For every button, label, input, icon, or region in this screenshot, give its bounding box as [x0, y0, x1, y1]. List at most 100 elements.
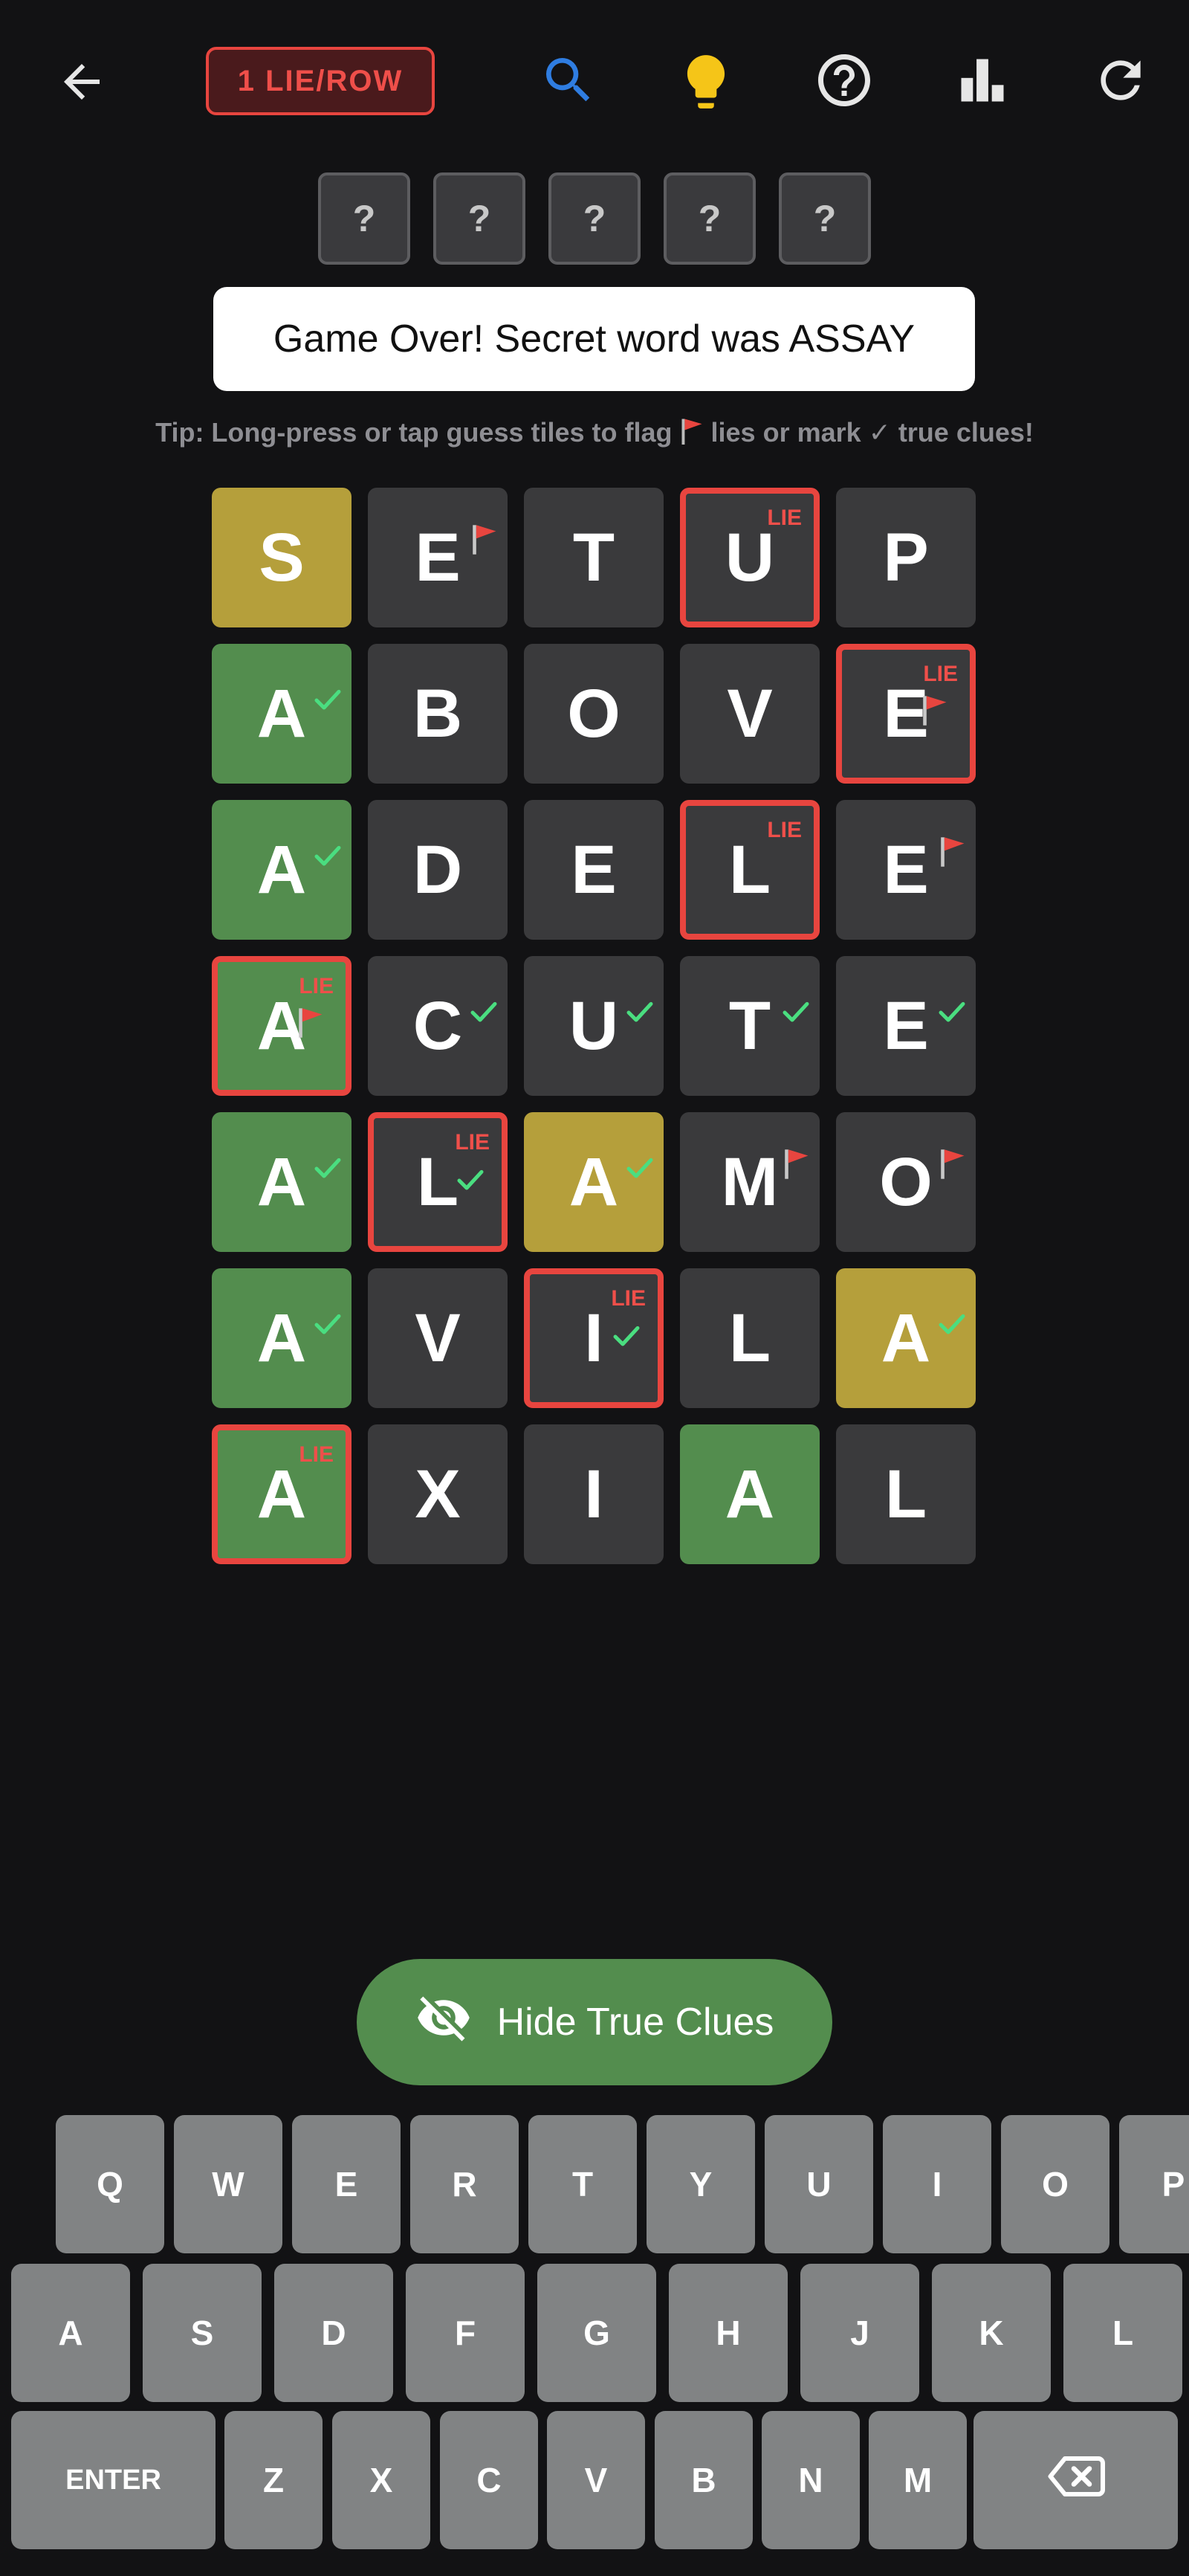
check-icon	[313, 1276, 343, 1354]
guess-tile[interactable]: A	[212, 800, 351, 940]
guess-tile[interactable]: O	[836, 1112, 976, 1252]
backspace-key[interactable]	[973, 2411, 1178, 2549]
tile-letter: I	[584, 1456, 603, 1532]
key[interactable]: H	[669, 2264, 788, 2402]
guess-tile[interactable]: E	[836, 956, 976, 1096]
check-icon	[313, 651, 343, 729]
guess-tile[interactable]: I	[524, 1424, 664, 1564]
tile-letter: L	[416, 1143, 459, 1220]
key[interactable]: B	[655, 2411, 753, 2549]
key[interactable]: Y	[647, 2115, 755, 2253]
mode-badge[interactable]: 1 LIE/ROW	[206, 47, 435, 115]
keyboard-row-3: ENTER Z X C V B N M	[0, 2411, 1189, 2549]
back-arrow-icon[interactable]	[45, 46, 119, 117]
key[interactable]: N	[762, 2411, 860, 2549]
guess-tile[interactable]: L LIE	[368, 1112, 508, 1252]
guess-tile[interactable]: E	[524, 800, 664, 940]
guess-tile[interactable]: S	[212, 488, 351, 627]
hide-true-clues-button[interactable]: Hide True Clues	[357, 1959, 832, 2085]
guess-tile[interactable]: V	[368, 1268, 508, 1408]
lie-label: LIE	[923, 662, 958, 686]
guess-tile[interactable]: A	[212, 644, 351, 784]
guess-tile[interactable]: A	[524, 1112, 664, 1252]
guess-tile[interactable]: X	[368, 1424, 508, 1564]
key[interactable]: J	[800, 2264, 919, 2402]
check-icon	[313, 807, 343, 885]
guess-tile[interactable]: C	[368, 956, 508, 1096]
key[interactable]: A	[11, 2264, 130, 2402]
keyboard-row-1: QWERTYUIOP	[0, 2115, 1189, 2253]
tip-text-start: Tip: Long-press or tap guess tiles to fl…	[155, 417, 673, 448]
tile-letter: E	[883, 831, 929, 908]
guess-tile[interactable]: T	[680, 956, 820, 1096]
key[interactable]: G	[537, 2264, 656, 2402]
tile-letter: L	[728, 1300, 771, 1376]
guess-tile[interactable]: E	[368, 488, 508, 627]
red-flag-icon	[678, 416, 705, 453]
key[interactable]: P	[1119, 2115, 1189, 2253]
key[interactable]: T	[528, 2115, 637, 2253]
key[interactable]: O	[1001, 2115, 1109, 2253]
guess-tile[interactable]: U LIE	[680, 488, 820, 627]
refresh-icon[interactable]	[1083, 43, 1158, 117]
key[interactable]: X	[332, 2411, 430, 2549]
key[interactable]: K	[932, 2264, 1051, 2402]
guess-tile[interactable]: V	[680, 644, 820, 784]
help-circle-icon[interactable]	[807, 43, 881, 117]
guess-tile[interactable]: U	[524, 956, 664, 1096]
guess-tile[interactable]: L LIE	[680, 800, 820, 940]
key[interactable]: D	[274, 2264, 393, 2402]
guess-tile[interactable]: A	[836, 1268, 976, 1408]
search-icon[interactable]	[531, 43, 606, 117]
tile-letter: V	[727, 675, 773, 752]
guess-tile[interactable]: L	[836, 1424, 976, 1564]
guess-tile[interactable]: A	[680, 1424, 820, 1564]
guess-tile[interactable]: A	[212, 1268, 351, 1408]
stats-bars-icon[interactable]	[945, 43, 1020, 117]
guess-tile[interactable]: A LIE	[212, 956, 351, 1096]
tile-letter: E	[415, 519, 461, 595]
key[interactable]: F	[406, 2264, 525, 2402]
lightbulb-icon[interactable]	[669, 41, 743, 123]
key[interactable]: U	[765, 2115, 873, 2253]
tile-letter: C	[412, 987, 463, 1064]
key[interactable]: M	[869, 2411, 967, 2549]
key[interactable]: I	[883, 2115, 991, 2253]
key[interactable]: W	[174, 2115, 282, 2253]
red-flag-icon	[937, 807, 967, 885]
guess-tile[interactable]: A	[212, 1112, 351, 1252]
guess-tile[interactable]: A LIE	[212, 1424, 351, 1564]
key[interactable]: V	[547, 2411, 645, 2549]
guess-tile[interactable]: O	[524, 644, 664, 784]
key[interactable]: Q	[56, 2115, 164, 2253]
guess-tile[interactable]: E LIE	[836, 644, 976, 784]
eye-off-icon	[415, 1989, 472, 2056]
tile-letter: T	[572, 519, 615, 595]
key[interactable]: C	[440, 2411, 538, 2549]
check-icon	[625, 1120, 655, 1198]
key[interactable]: L	[1063, 2264, 1182, 2402]
guess-tile[interactable]: P	[836, 488, 976, 627]
key[interactable]: E	[292, 2115, 401, 2253]
guess-tile[interactable]: D	[368, 800, 508, 940]
tile-letter: A	[256, 1300, 307, 1376]
key[interactable]: ENTER	[11, 2411, 216, 2549]
red-flag-icon	[937, 1120, 967, 1198]
secret-tile: ?	[433, 172, 525, 265]
guess-tile[interactable]: M	[680, 1112, 820, 1252]
tile-letter: L	[728, 831, 771, 908]
tile-letter: A	[881, 1300, 931, 1376]
guess-tile[interactable]: B	[368, 644, 508, 784]
key[interactable]: S	[143, 2264, 262, 2402]
guess-tile[interactable]: T	[524, 488, 664, 627]
key[interactable]: Z	[224, 2411, 323, 2549]
key[interactable]: R	[410, 2115, 519, 2253]
secret-tile: ?	[664, 172, 756, 265]
guess-tile[interactable]: I LIE	[524, 1268, 664, 1408]
tile-letter: A	[256, 831, 307, 908]
top-bar: 1 LIE/ROW	[0, 0, 1189, 164]
guess-tile[interactable]: L	[680, 1268, 820, 1408]
guess-tile[interactable]: E	[836, 800, 976, 940]
tile-letter: U	[568, 987, 619, 1064]
tile-letter: T	[728, 987, 771, 1064]
